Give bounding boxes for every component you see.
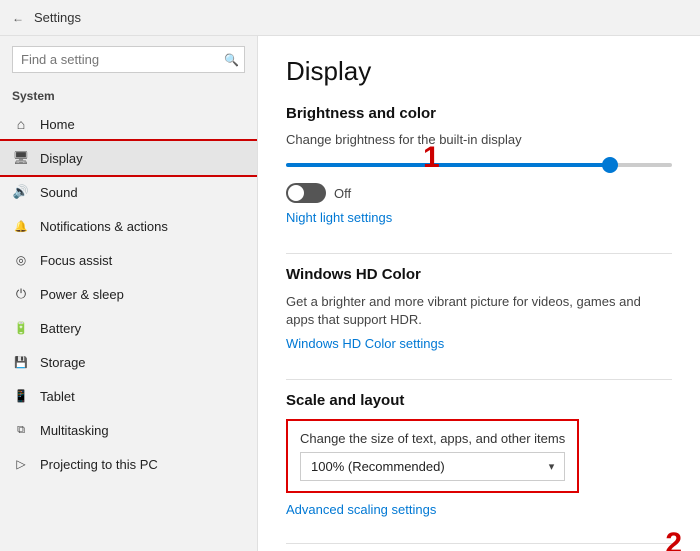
night-light-toggle[interactable] [286, 183, 326, 203]
annotation-1: 1 [423, 141, 690, 175]
main-layout: 🔍 System ⌂ Home 🖥 Display 🔊 Sound 🔔 Noti… [0, 36, 700, 551]
tablet-icon: 📱 [12, 387, 30, 405]
scale-dropdown[interactable]: 100% (Recommended) ▾ [300, 452, 565, 481]
page-title: Display [286, 56, 672, 87]
sidebar-item-label: Power & sleep [40, 287, 124, 302]
sidebar-item-power[interactable]: ⏻ Power & sleep [0, 277, 257, 311]
battery-icon: 🔋 [12, 319, 30, 337]
power-icon: ⏻ [12, 285, 30, 303]
sidebar-item-label: Home [40, 117, 75, 132]
sidebar: 🔍 System ⌂ Home 🖥 Display 🔊 Sound 🔔 Noti… [0, 36, 258, 551]
sidebar-item-sound[interactable]: 🔊 Sound [0, 175, 257, 209]
advanced-scaling-link[interactable]: Advanced scaling settings [286, 502, 436, 517]
sidebar-item-storage[interactable]: 💾 Storage [0, 345, 257, 379]
divider-3 [286, 543, 672, 544]
sidebar-item-label: Storage [40, 355, 86, 370]
hd-color-section: Windows HD Color Get a brighter and more… [286, 266, 672, 365]
hd-color-description: Get a brighter and more vibrant picture … [286, 293, 672, 329]
chevron-down-icon: ▾ [549, 460, 555, 473]
sidebar-item-battery[interactable]: 🔋 Battery [0, 311, 257, 345]
focus-icon: ◎ [12, 251, 30, 269]
scale-dropdown-label: Change the size of text, apps, and other… [300, 431, 565, 446]
sidebar-item-label: Tablet [40, 389, 75, 404]
night-light-settings-link[interactable]: Night light settings [286, 210, 392, 225]
annotation-2: 2 [665, 527, 682, 551]
sidebar-item-notifications[interactable]: 🔔 Notifications & actions [0, 209, 257, 243]
scale-box: Change the size of text, apps, and other… [286, 419, 579, 493]
dropdown-value: 100% (Recommended) [311, 459, 445, 474]
title-bar: ← Settings [0, 0, 700, 36]
content-area: 1 Display Brightness and color Change br… [258, 36, 700, 551]
sidebar-item-projecting[interactable]: ▷ Projecting to this PC [0, 447, 257, 481]
toggle-knob [288, 185, 304, 201]
divider-2 [286, 379, 672, 380]
scale-section: Scale and layout 2 Change the size of te… [286, 392, 672, 531]
sound-icon: 🔊 [12, 183, 30, 201]
search-icon: 🔍 [224, 53, 239, 67]
sidebar-item-label: Multitasking [40, 423, 109, 438]
hd-color-link[interactable]: Windows HD Color settings [286, 336, 444, 351]
sidebar-item-label: Notifications & actions [40, 219, 168, 234]
display-icon: 🖥 [12, 149, 30, 167]
sidebar-item-tablet[interactable]: 📱 Tablet [0, 379, 257, 413]
back-button[interactable]: ← [12, 11, 24, 25]
brightness-heading: Brightness and color [286, 105, 672, 122]
divider-1 [286, 253, 672, 254]
multitasking-icon: ⧉ [12, 421, 30, 439]
app-title: Settings [34, 10, 81, 25]
sidebar-item-label: Battery [40, 321, 81, 336]
storage-icon: 💾 [12, 353, 30, 371]
sidebar-item-display[interactable]: 🖥 Display [0, 141, 257, 175]
sidebar-item-focus[interactable]: ◎ Focus assist [0, 243, 257, 277]
home-icon: ⌂ [12, 115, 30, 133]
sidebar-item-label: Sound [40, 185, 78, 200]
sidebar-item-label: Projecting to this PC [40, 457, 158, 472]
search-input[interactable] [12, 46, 245, 73]
projecting-icon: ▷ [12, 455, 30, 473]
night-light-row: Off [286, 183, 672, 203]
scale-heading: Scale and layout [286, 392, 672, 409]
sidebar-item-multitasking[interactable]: ⧉ Multitasking [0, 413, 257, 447]
notifications-icon: 🔔 [12, 217, 30, 235]
sidebar-section-label: System [0, 83, 257, 107]
search-container: 🔍 [12, 46, 245, 73]
night-light-state: Off [334, 186, 351, 201]
sidebar-item-label: Focus assist [40, 253, 112, 268]
sidebar-item-home[interactable]: ⌂ Home [0, 107, 257, 141]
hd-color-heading: Windows HD Color [286, 266, 672, 283]
sidebar-item-label: Display [40, 151, 83, 166]
